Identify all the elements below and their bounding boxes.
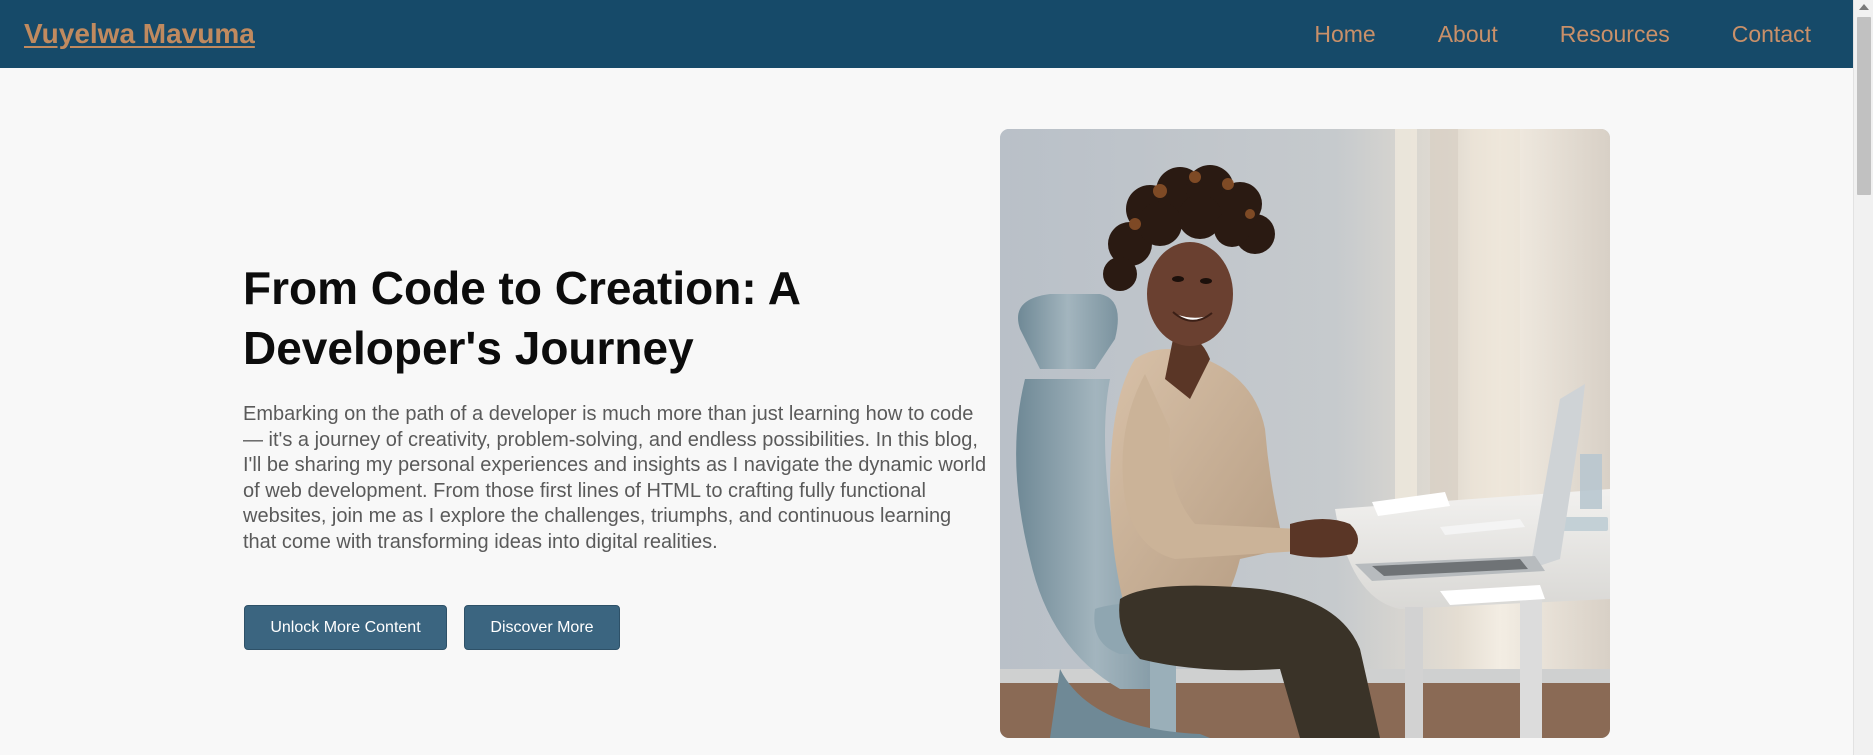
nav-link-contact[interactable]: Contact	[1732, 21, 1811, 48]
chevron-up-icon[interactable]	[1859, 4, 1869, 10]
hero-title: From Code to Creation: A Developer's Jou…	[243, 262, 800, 374]
developer-at-laptop-illustration	[1000, 129, 1610, 738]
page-scrollbar[interactable]	[1853, 0, 1873, 755]
main-nav: Home About Resources Contact	[1314, 21, 1811, 48]
unlock-more-content-button[interactable]: Unlock More Content	[244, 605, 447, 650]
scrollbar-thumb[interactable]	[1857, 17, 1871, 195]
hero-image	[1000, 129, 1610, 738]
brand-logo-link[interactable]: Vuyelwa Mavuma	[24, 18, 255, 50]
hero-description: Embarking on the path of a developer is …	[243, 403, 987, 553]
nav-link-resources[interactable]: Resources	[1560, 21, 1670, 48]
nav-link-about[interactable]: About	[1438, 21, 1498, 48]
site-header: Vuyelwa Mavuma Home About Resources Cont…	[0, 0, 1853, 68]
discover-more-button[interactable]: Discover More	[464, 605, 620, 650]
nav-link-home[interactable]: Home	[1314, 21, 1375, 48]
